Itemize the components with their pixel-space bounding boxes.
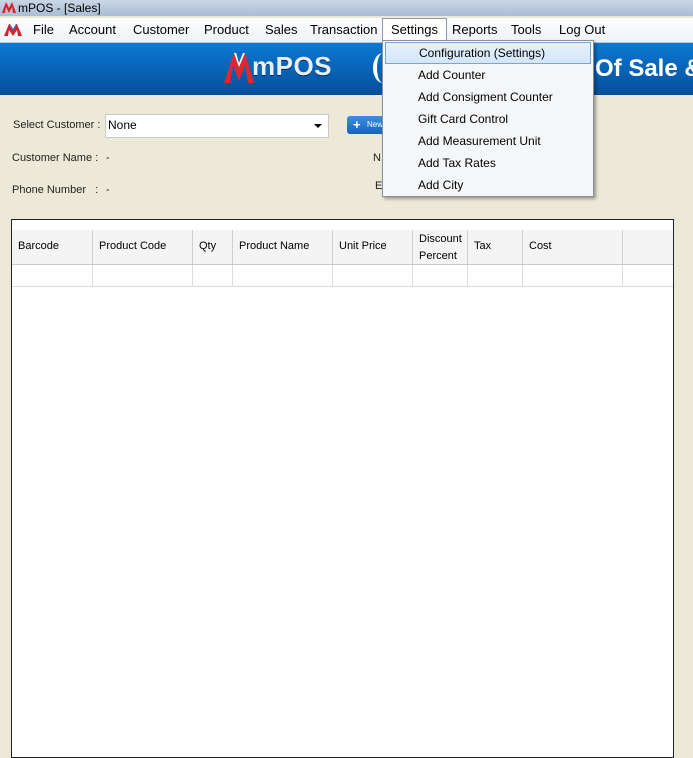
column-header-barcode[interactable]: Barcode <box>12 230 93 264</box>
banner-slogan: Of Sale & <box>595 55 693 82</box>
column-header-product-name[interactable]: Product Name <box>233 230 333 264</box>
phone-number-value: - <box>106 184 110 196</box>
mpos-logo-icon <box>2 2 16 13</box>
new-customer-button[interactable]: + New <box>347 116 387 134</box>
column-header-product-code[interactable]: Product Code <box>93 230 193 264</box>
window-title: mPOS - [Sales] <box>18 1 101 15</box>
dropdown-arrow-icon[interactable] <box>314 124 322 128</box>
sales-items-grid[interactable]: Barcode Product Code Qty Product Name Un… <box>11 219 674 758</box>
table-cell[interactable] <box>233 265 333 286</box>
menu-item-configuration-settings[interactable]: Configuration (Settings) <box>385 42 591 64</box>
menu-sales[interactable]: Sales <box>265 18 298 42</box>
menu-item-add-consigment-counter[interactable]: Add Consigment Counter <box>385 86 591 108</box>
column-header-unit-price[interactable]: Unit Price <box>333 230 413 264</box>
menu-product[interactable]: Product <box>204 18 249 42</box>
table-cell[interactable] <box>193 265 233 286</box>
column-header-cost[interactable]: Cost <box>523 230 623 264</box>
table-cell[interactable] <box>333 265 413 286</box>
mpos-menu-logo-icon[interactable] <box>4 24 22 36</box>
settings-dropdown-menu: Configuration (Settings) Add Counter Add… <box>382 40 594 197</box>
column-header-qty[interactable]: Qty <box>193 230 233 264</box>
table-row[interactable] <box>12 265 673 287</box>
customer-name-value: - <box>106 152 110 164</box>
customer-name-label: Customer Name : <box>12 152 99 164</box>
table-cell[interactable] <box>468 265 523 286</box>
customer-select-value: None <box>108 118 137 132</box>
table-cell[interactable] <box>523 265 623 286</box>
menu-account[interactable]: Account <box>69 18 116 42</box>
column-header-discount-percent[interactable]: Discount Percent <box>413 230 468 264</box>
menu-reports[interactable]: Reports <box>452 18 498 42</box>
table-cell[interactable] <box>93 265 193 286</box>
phone-number-label: Phone Number : <box>12 184 99 196</box>
menu-item-gift-card-control[interactable]: Gift Card Control <box>385 108 591 130</box>
menu-settings[interactable]: Settings <box>382 18 447 42</box>
banner-brand-text: mPOS <box>252 51 333 81</box>
menu-item-add-tax-rates[interactable]: Add Tax Rates <box>385 152 591 174</box>
menu-item-add-city[interactable]: Add City <box>385 174 591 196</box>
menu-log-out[interactable]: Log Out <box>559 18 605 42</box>
title-bar: mPOS - [Sales] <box>0 0 693 16</box>
menu-file[interactable]: File <box>33 18 54 42</box>
menu-tools[interactable]: Tools <box>511 18 541 42</box>
column-header-blank <box>623 230 673 264</box>
new-button-label: New <box>367 120 384 129</box>
grid-header: Barcode Product Code Qty Product Name Un… <box>12 230 673 265</box>
mpos-banner-logo-icon <box>224 53 254 83</box>
column-header-tax[interactable]: Tax <box>468 230 523 264</box>
menu-item-add-measurement-unit[interactable]: Add Measurement Unit <box>385 130 591 152</box>
customer-select[interactable]: None <box>105 114 329 138</box>
menu-customer[interactable]: Customer <box>133 18 189 42</box>
plus-icon: + <box>353 117 361 132</box>
select-customer-label: Select Customer : <box>13 119 101 131</box>
menu-transaction[interactable]: Transaction <box>310 18 377 42</box>
menu-item-add-counter[interactable]: Add Counter <box>385 64 591 86</box>
table-cell[interactable] <box>12 265 93 286</box>
table-cell[interactable] <box>413 265 468 286</box>
